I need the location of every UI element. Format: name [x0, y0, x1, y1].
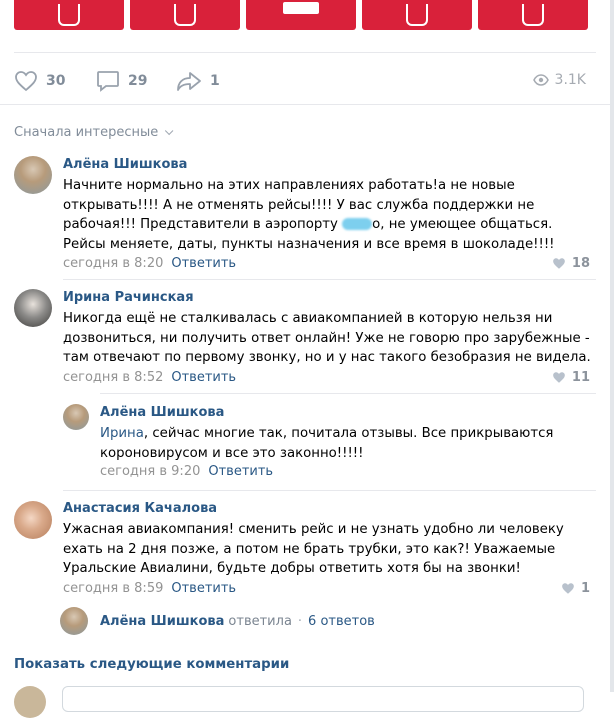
comment-button[interactable]: 29 [96, 70, 147, 92]
heart-icon [553, 372, 565, 383]
divider [0, 104, 610, 105]
comment-likes-count: 18 [571, 256, 590, 271]
heart-icon [553, 258, 565, 269]
avatar[interactable] [14, 289, 52, 327]
divider [100, 393, 596, 394]
comment-time[interactable]: сегодня в 8:20 [63, 256, 163, 271]
like-button[interactable]: 30 [14, 70, 65, 92]
avatar[interactable] [14, 501, 52, 539]
comment-like-button[interactable]: 1 [561, 581, 590, 596]
comment-text: Начните нормально на этих направлениях р… [63, 178, 555, 252]
eye-icon [532, 74, 549, 86]
comment-meta: сегодня в 8:52 Ответить [63, 370, 236, 385]
comment-meta: сегодня в 8:20 Ответить [63, 256, 236, 271]
comment-input[interactable] [62, 686, 584, 712]
comment-author[interactable]: Анастасия Качалова [63, 501, 217, 516]
comment-like-button[interactable]: 18 [552, 256, 590, 271]
thread-author[interactable]: Алёна Шишкова [100, 614, 224, 629]
share-button[interactable]: 1 [176, 70, 220, 92]
page-frame-edge [610, 0, 614, 692]
attachment-strip [0, 0, 610, 30]
comment-text: Ирина, сейчас многие так, почитала отзыв… [100, 426, 554, 461]
comment-time[interactable]: сегодня в 8:52 [63, 370, 163, 385]
share-icon [177, 72, 201, 91]
sort-label: Сначала интересные [14, 125, 159, 140]
comment-author[interactable]: Ирина Рачинская [63, 290, 194, 305]
comment-time[interactable]: сегодня в 8:59 [63, 581, 163, 596]
comment-author[interactable]: Алёна Шишкова [100, 405, 224, 420]
sanitizer-icon [58, 4, 80, 26]
avatar[interactable] [14, 156, 52, 194]
divider [63, 490, 596, 491]
views-counter: 3.1K [532, 72, 586, 88]
chevron-down-icon [165, 126, 174, 136]
divider [14, 52, 596, 53]
attachment-tile-1[interactable] [14, 0, 124, 30]
comment-likes-count: 1 [580, 581, 590, 596]
mask-icon [174, 4, 196, 26]
comment-meta: сегодня в 9:20 Ответить [100, 464, 273, 479]
thread-replied-word: ответила [228, 613, 292, 629]
thread-replies-count[interactable]: 6 ответов [308, 614, 375, 629]
avatar [14, 686, 46, 718]
comment-icon [97, 71, 119, 92]
comments-sort-dropdown[interactable]: Сначала интересные [14, 125, 174, 140]
avatar [60, 607, 88, 635]
distance-icon [522, 4, 544, 26]
phone-hand-icon [406, 4, 428, 26]
views-count: 3.1K [554, 72, 586, 88]
avatar[interactable] [63, 404, 89, 430]
post-actions-bar: 30 29 1 3.1K [0, 62, 610, 100]
comment-likes-count: 11 [571, 370, 590, 385]
thread-dot: · [297, 613, 303, 629]
welcome-sign-icon [283, 2, 319, 14]
reply-button[interactable]: Ответить [208, 464, 273, 479]
comment-text: Никогда ещё не сталкивалась с авиакомпан… [63, 311, 591, 365]
likes-count: 30 [46, 73, 66, 89]
heart-icon [562, 583, 574, 594]
reply-button[interactable]: Ответить [171, 581, 236, 596]
comment-text: Ужасная авиакомпания! сменить рейс и не … [63, 522, 564, 576]
heart-icon [15, 71, 37, 92]
shares-count: 1 [210, 73, 220, 89]
reply-button[interactable]: Ответить [171, 370, 236, 385]
redacted-blur [342, 218, 373, 230]
attachment-tile-4[interactable] [362, 0, 472, 30]
comment-author[interactable]: Алёна Шишкова [63, 157, 187, 172]
attachment-tile-5[interactable] [478, 0, 588, 30]
comments-count: 29 [128, 73, 148, 89]
divider [63, 279, 596, 280]
comment-time[interactable]: сегодня в 9:20 [100, 464, 200, 479]
show-more-comments-link[interactable]: Показать следующие комментарии [14, 657, 289, 672]
comment-meta: сегодня в 8:59 Ответить [63, 581, 236, 596]
replies-thread-link[interactable]: Алёна Шишкова ответила · 6 ответов [60, 607, 375, 635]
reply-button[interactable]: Ответить [171, 256, 236, 271]
reply-addressee[interactable]: Ирина [100, 426, 144, 441]
attachment-tile-3[interactable] [246, 0, 356, 30]
attachment-tile-2[interactable] [130, 0, 240, 30]
comment-like-button[interactable]: 11 [552, 370, 590, 385]
